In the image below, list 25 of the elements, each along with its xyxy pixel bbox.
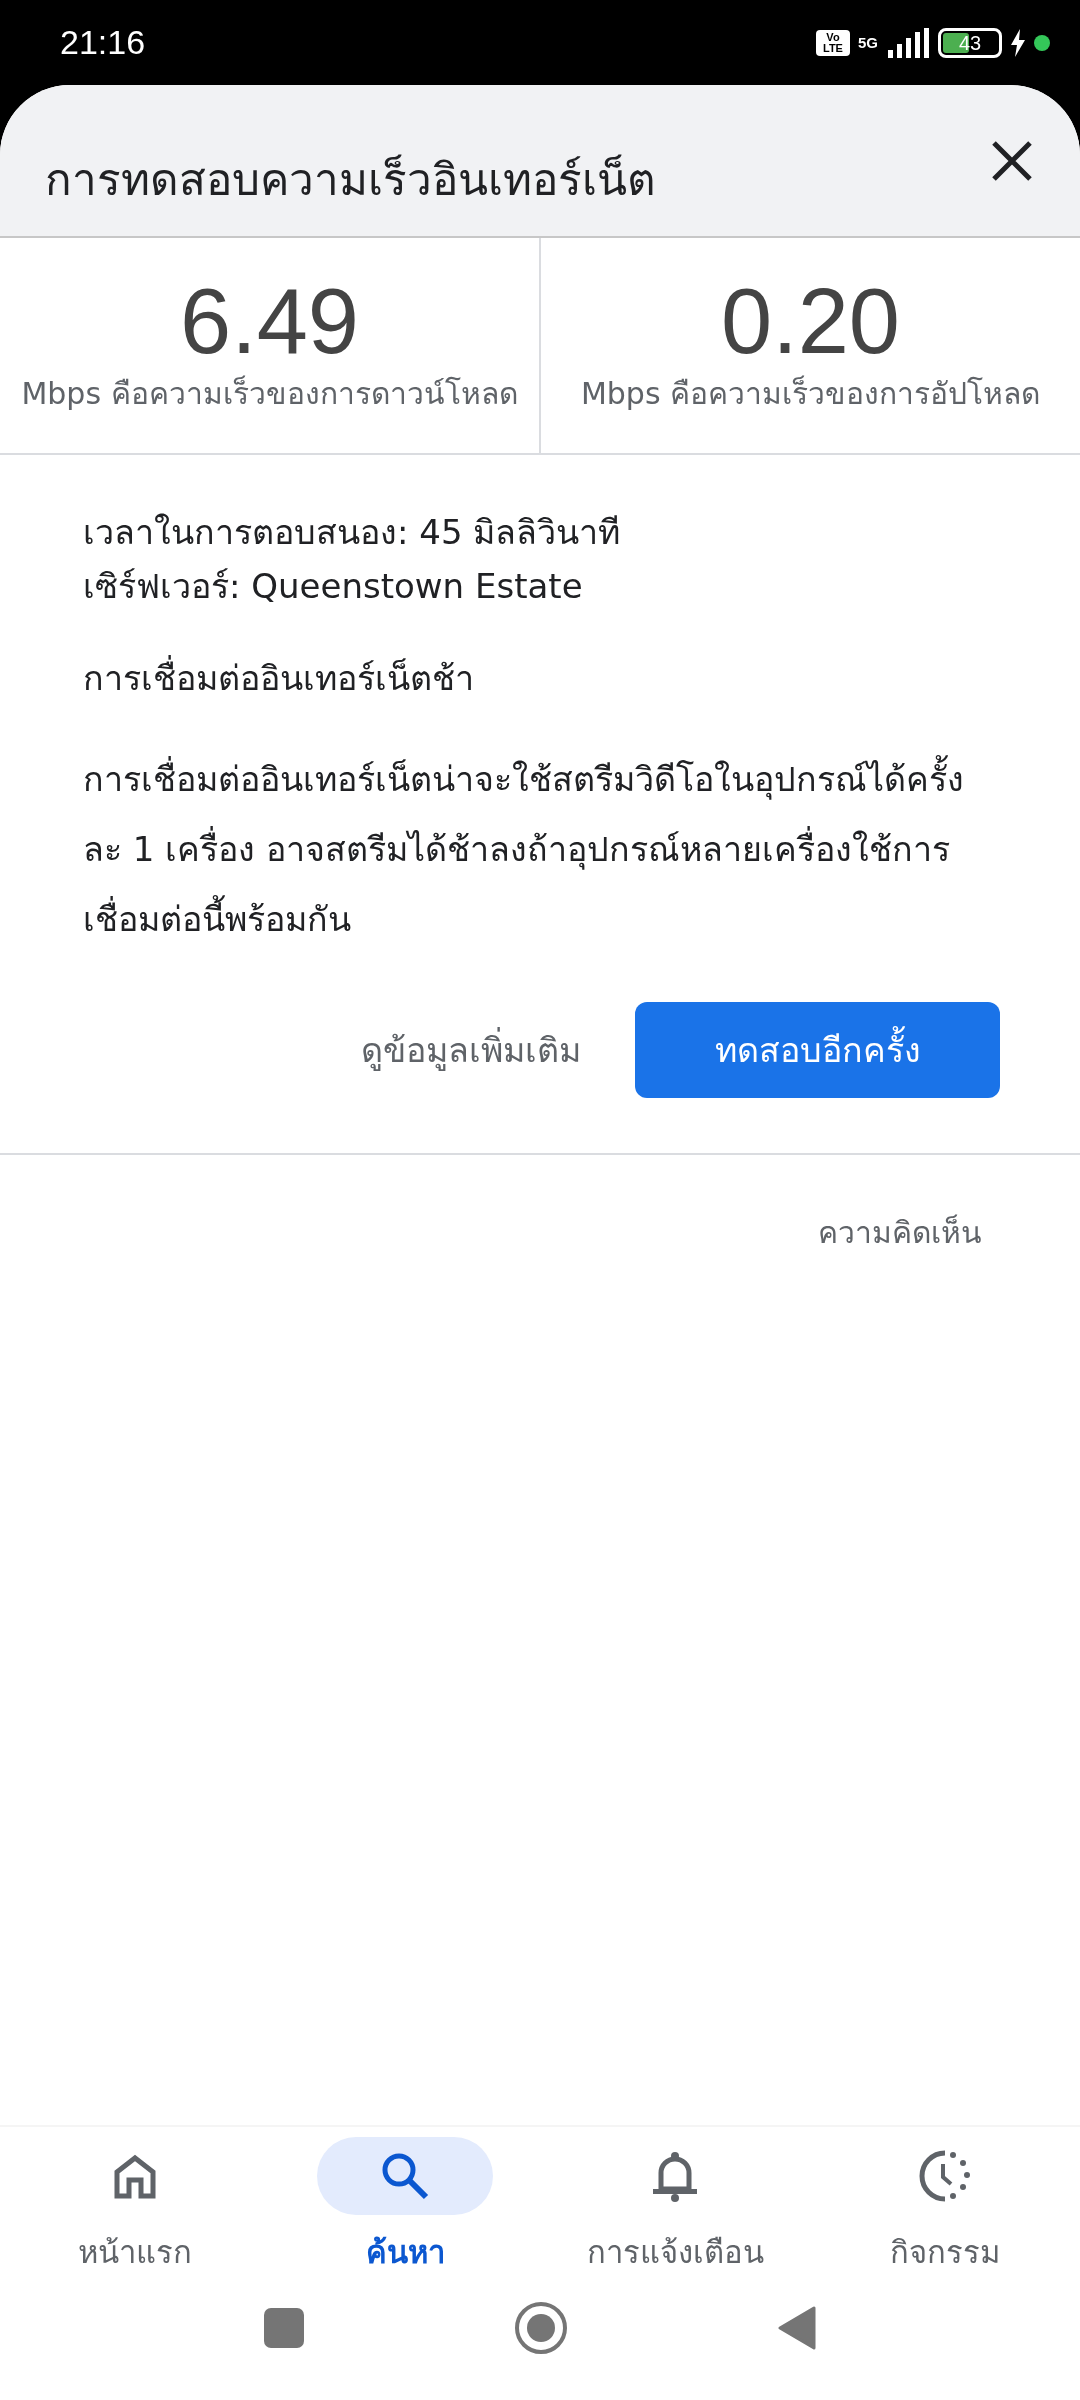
retry-button[interactable]: ทดสอบอีกครั้ง: [635, 1002, 1000, 1098]
description-text: การเชื่อมต่ออินเทอร์เน็ตน่าจะใช้สตรีมวิดีโอในอุปกรณ์ได้ครั้งละ 1 เครื่อง อาจสตรีมได้ช้าลงถ้าอุปกรณ์หลายเครื่องใช้การเชื่อมต่อนี้พร้อมกัน: [83, 744, 985, 954]
nav-tab[interactable]: การแจ้งเตือน: [540, 2137, 810, 2275]
status-time: 21:16: [60, 22, 146, 63]
speed-value: 6.49: [179, 275, 360, 367]
nav-tab[interactable]: ค้นหา: [270, 2137, 540, 2275]
network-type: 5G: [858, 35, 878, 50]
speed-label: Mbps คือความเร็วของการดาวน์โหลด: [21, 374, 518, 413]
learn-more-link[interactable]: ดูข้อมูลเพิ่มเติม: [331, 1006, 611, 1094]
signal-icon: [886, 27, 930, 58]
home-button-icon[interactable]: [514, 2300, 568, 2355]
dot-icon: [1034, 34, 1050, 51]
charging-icon: [1010, 28, 1026, 57]
nav-tab[interactable]: กิจกรรม: [810, 2137, 1080, 2275]
server-text: เซิร์ฟเวอร์: Queenstown Estate: [83, 565, 584, 608]
nav-tab[interactable]: หน้าแรก: [0, 2137, 270, 2275]
volte-icon: Vo LTE: [816, 29, 850, 56]
feedback-link[interactable]: ความคิดเห็น: [818, 1215, 982, 1250]
speed-label: Mbps คือความเร็วของการอัปโหลด: [580, 374, 1041, 413]
latency-text: เวลาในการตอบสนอง: 45 มิลลิวินาที: [83, 511, 622, 554]
recents-icon[interactable]: [264, 2307, 304, 2348]
verdict-text: การเชื่อมต่ออินเทอร์เน็ตช้า: [83, 653, 985, 704]
back-icon[interactable]: [778, 2305, 816, 2350]
sheet-title: การทดสอบความเร็วอินเทอร์เน็ต: [45, 154, 656, 207]
speed-value: 0.20: [720, 275, 901, 367]
